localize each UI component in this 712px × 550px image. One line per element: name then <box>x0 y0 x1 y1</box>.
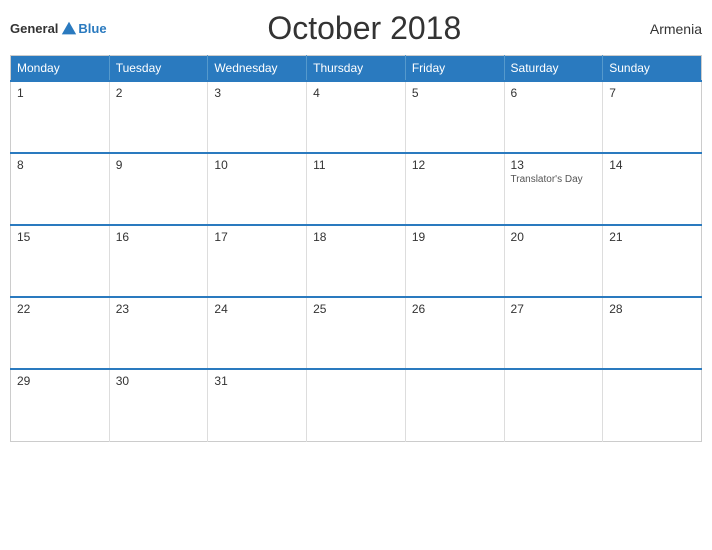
day-number: 8 <box>17 158 103 172</box>
header-thursday: Thursday <box>307 56 406 82</box>
day-number: 4 <box>313 86 399 100</box>
day-cell-4-5 <box>504 369 603 441</box>
day-number: 16 <box>116 230 202 244</box>
logo-general-text: General <box>10 21 58 36</box>
day-number: 15 <box>17 230 103 244</box>
day-cell-0-5: 6 <box>504 81 603 153</box>
day-number: 3 <box>214 86 300 100</box>
day-number: 10 <box>214 158 300 172</box>
week-row-1: 1234567 <box>11 81 702 153</box>
day-number: 13 <box>511 158 597 172</box>
day-cell-2-2: 17 <box>208 225 307 297</box>
holiday-text: Translator's Day <box>511 174 597 185</box>
day-cell-3-2: 24 <box>208 297 307 369</box>
day-number: 24 <box>214 302 300 316</box>
day-number: 7 <box>609 86 695 100</box>
day-cell-0-3: 4 <box>307 81 406 153</box>
day-cell-3-0: 22 <box>11 297 110 369</box>
week-row-4: 22 23 24 25 26 27 28 <box>11 297 702 369</box>
day-number: 1 <box>17 86 103 100</box>
day-cell-3-5: 27 <box>504 297 603 369</box>
day-number: 6 <box>511 86 597 100</box>
day-number: 14 <box>609 158 695 172</box>
day-cell-1-6: 14 <box>603 153 702 225</box>
day-number: 31 <box>214 374 300 388</box>
day-cell-4-2: 31 <box>208 369 307 441</box>
day-number: 23 <box>116 302 202 316</box>
day-number: 27 <box>511 302 597 316</box>
day-number: 20 <box>511 230 597 244</box>
day-cell-4-0: 29 <box>11 369 110 441</box>
day-number: 25 <box>313 302 399 316</box>
day-cell-1-0: 8 <box>11 153 110 225</box>
logo-icon <box>60 20 78 38</box>
day-number: 12 <box>412 158 498 172</box>
day-number: 22 <box>17 302 103 316</box>
day-cell-3-4: 26 <box>405 297 504 369</box>
day-number: 18 <box>313 230 399 244</box>
day-cell-4-6 <box>603 369 702 441</box>
day-number: 26 <box>412 302 498 316</box>
week-row-2: 89 10 11 12 13 Translator's Day 14 <box>11 153 702 225</box>
calendar-title: October 2018 <box>267 10 461 47</box>
week-row-5: 29 30 31 <box>11 369 702 441</box>
day-cell-3-6: 28 <box>603 297 702 369</box>
day-number: 19 <box>412 230 498 244</box>
logo-blue-text: Blue <box>78 21 106 36</box>
day-cell-0-1: 2 <box>109 81 208 153</box>
day-number: 11 <box>313 158 399 172</box>
day-cell-1-5: 13 Translator's Day <box>504 153 603 225</box>
week-row-3: 15 16 17 18 19 20 21 <box>11 225 702 297</box>
day-cell-1-2: 10 <box>208 153 307 225</box>
day-cell-1-3: 11 <box>307 153 406 225</box>
header-monday: Monday <box>11 56 110 82</box>
day-cell-3-3: 25 <box>307 297 406 369</box>
day-number: 21 <box>609 230 695 244</box>
day-number: 29 <box>17 374 103 388</box>
day-cell-2-6: 21 <box>603 225 702 297</box>
day-number: 28 <box>609 302 695 316</box>
logo: General Blue <box>10 20 107 38</box>
day-number: 30 <box>116 374 202 388</box>
day-cell-2-4: 19 <box>405 225 504 297</box>
weekday-header-row: Monday Tuesday Wednesday Thursday Friday… <box>11 56 702 82</box>
day-cell-0-6: 7 <box>603 81 702 153</box>
calendar-header: General Blue October 2018 Armenia <box>10 10 702 47</box>
calendar-table: Monday Tuesday Wednesday Thursday Friday… <box>10 55 702 442</box>
day-cell-4-3 <box>307 369 406 441</box>
day-cell-0-4: 5 <box>405 81 504 153</box>
day-cell-4-1: 30 <box>109 369 208 441</box>
day-cell-0-2: 3 <box>208 81 307 153</box>
day-cell-2-0: 15 <box>11 225 110 297</box>
day-cell-3-1: 23 <box>109 297 208 369</box>
header-sunday: Sunday <box>603 56 702 82</box>
day-number: 17 <box>214 230 300 244</box>
country-name: Armenia <box>622 21 702 37</box>
header-wednesday: Wednesday <box>208 56 307 82</box>
day-cell-4-4 <box>405 369 504 441</box>
day-number: 2 <box>116 86 202 100</box>
day-number: 5 <box>412 86 498 100</box>
day-cell-1-4: 12 <box>405 153 504 225</box>
day-cell-2-3: 18 <box>307 225 406 297</box>
header-tuesday: Tuesday <box>109 56 208 82</box>
day-cell-2-1: 16 <box>109 225 208 297</box>
day-cell-2-5: 20 <box>504 225 603 297</box>
day-cell-1-1: 9 <box>109 153 208 225</box>
day-cell-0-0: 1 <box>11 81 110 153</box>
day-number: 9 <box>116 158 202 172</box>
header-saturday: Saturday <box>504 56 603 82</box>
header-friday: Friday <box>405 56 504 82</box>
